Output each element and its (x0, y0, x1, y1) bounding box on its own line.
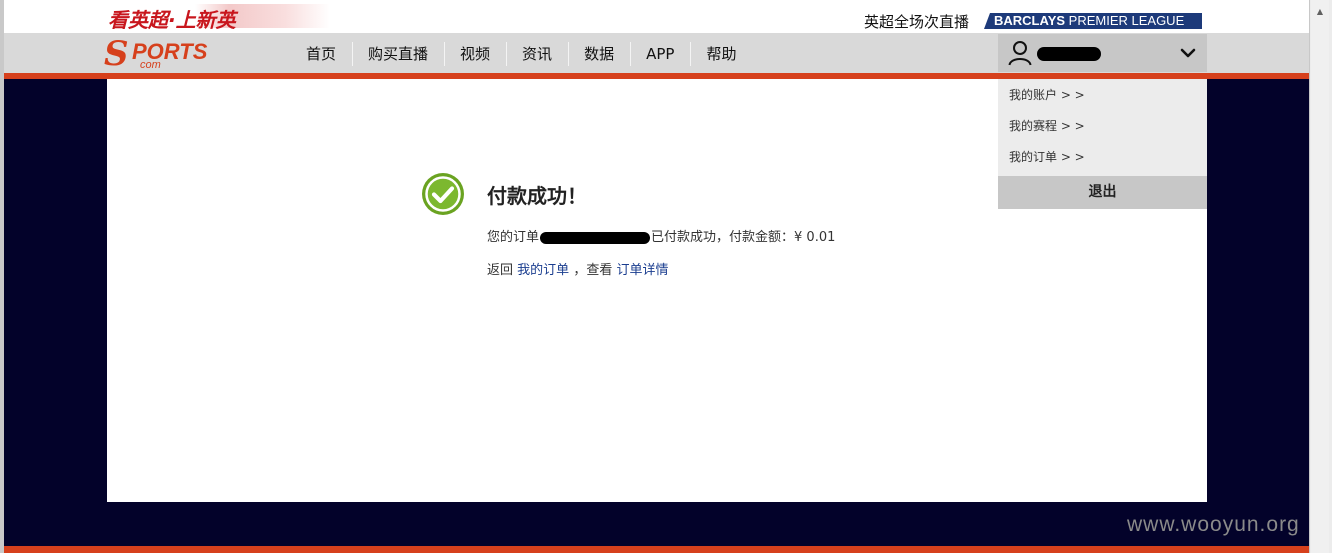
scroll-up-arrow-icon[interactable]: ▲ (1311, 2, 1329, 20)
barclays-text: BARCLAYS (994, 13, 1066, 28)
nav-item-app[interactable]: APP (630, 33, 690, 73)
user-icon (1008, 41, 1032, 66)
view-text: ，查看 (573, 263, 613, 278)
order-suffix: 已付款成功，付款金额：¥ 0.01 (651, 230, 836, 245)
order-status-line: 您的订单 已付款成功，付款金额：¥ 0.01 (487, 226, 835, 245)
success-title: 付款成功！ (487, 184, 587, 208)
order-prefix: 您的订单 (487, 230, 540, 245)
vertical-scrollbar[interactable] (1311, 0, 1329, 553)
return-links-line: 返回 我的订单 ，查看 订单详情 (487, 259, 668, 278)
live-caption: 英超全场次直播 (864, 13, 970, 31)
footer-accent-line (4, 546, 1309, 553)
main-nav: 首页 购买直播 视频 资讯 数据 APP 帮助 (290, 33, 752, 73)
barclays-premier-league-logo[interactable]: BARCLAYS PREMIER LEAGUE (984, 13, 1202, 29)
watermark: www.wooyun.org (1127, 513, 1300, 536)
nav-item-home[interactable]: 首页 (290, 33, 352, 73)
nav-item-data[interactable]: 数据 (568, 33, 630, 73)
order-number-redacted (540, 231, 651, 244)
menu-item-my-schedule[interactable]: 我的赛程 > > (1009, 117, 1085, 134)
my-orders-link[interactable]: 我的订单 (517, 263, 569, 278)
username-redacted (1037, 47, 1101, 61)
return-prefix: 返回 (487, 263, 514, 278)
promo-banner[interactable]: 看英超·上新英 (108, 4, 236, 33)
ssports-logo[interactable]: S PORTS com (104, 37, 224, 73)
nav-item-video[interactable]: 视频 (444, 33, 506, 73)
nav-item-help[interactable]: 帮助 (690, 33, 752, 73)
premier-league-text: PREMIER LEAGUE (1068, 13, 1185, 28)
logout-button[interactable]: 退出 (998, 176, 1207, 209)
nav-item-buy-live[interactable]: 购买直播 (352, 33, 444, 73)
nav-item-news[interactable]: 资讯 (506, 33, 568, 73)
menu-item-my-orders[interactable]: 我的订单 > > (1009, 148, 1085, 165)
order-detail-link[interactable]: 订单详情 (616, 263, 668, 278)
logo-com: com (140, 59, 161, 71)
menu-item-my-account[interactable]: 我的账户 > > (1009, 86, 1085, 103)
chevron-down-icon[interactable] (1178, 43, 1198, 63)
success-check-icon (422, 173, 464, 215)
logo-s: S (104, 34, 129, 74)
